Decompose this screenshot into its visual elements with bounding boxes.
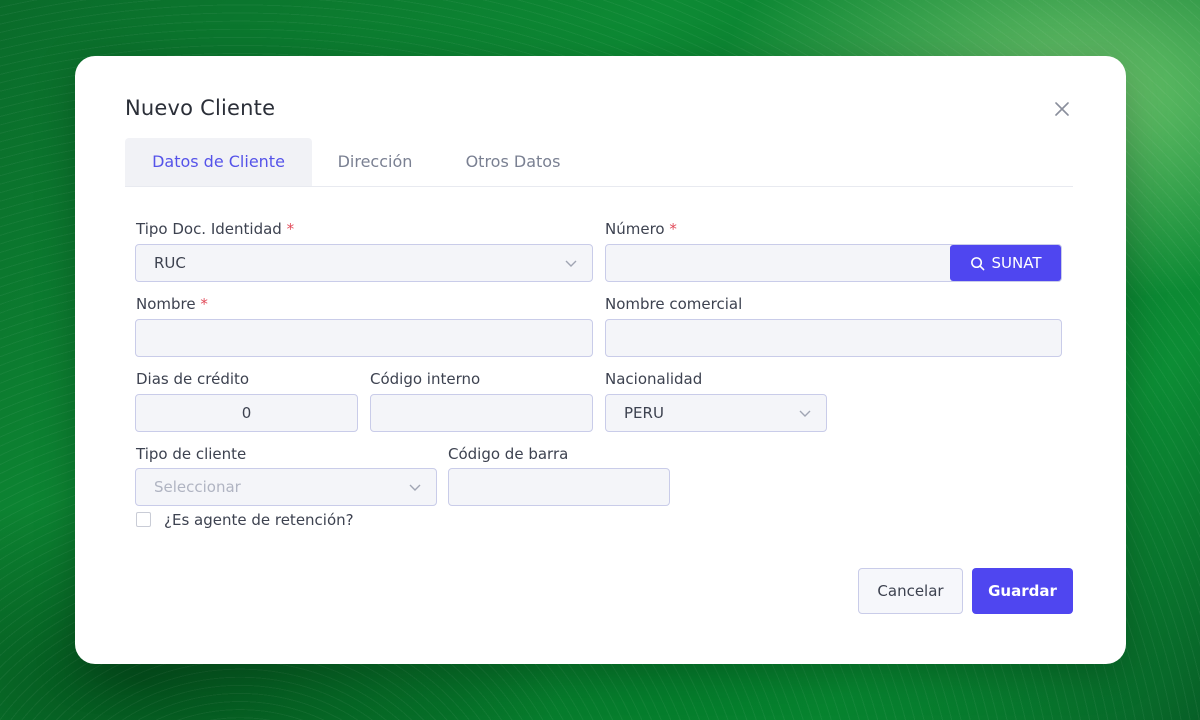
new-client-dialog: Nuevo Cliente Datos de Cliente Dirección…: [75, 56, 1126, 664]
tab-otros-datos[interactable]: Otros Datos: [438, 138, 588, 186]
search-icon: [970, 256, 984, 270]
chevron-down-icon: [799, 410, 811, 417]
tipo-cliente-select[interactable]: Seleccionar: [135, 468, 437, 506]
dias-credito-input[interactable]: 0: [135, 394, 358, 432]
tab-bar: Datos de Cliente Dirección Otros Datos: [125, 138, 1073, 187]
agente-retencion-label: ¿Es agente de retención?: [164, 511, 354, 529]
nombre-input[interactable]: [135, 319, 593, 357]
numero-label: Número *: [605, 220, 677, 238]
sunat-search-button[interactable]: SUNAT: [950, 245, 1061, 281]
tipo-cliente-label: Tipo de cliente: [136, 445, 247, 463]
tipo-doc-select[interactable]: RUC: [135, 244, 593, 282]
chevron-down-icon: [565, 260, 577, 267]
tipo-doc-label: Tipo Doc. Identidad *: [136, 220, 295, 238]
close-icon: [1055, 102, 1069, 116]
nombre-comercial-label: Nombre comercial: [605, 295, 743, 313]
dialog-title: Nuevo Cliente: [125, 96, 276, 120]
tipo-doc-value: RUC: [154, 254, 186, 272]
cancel-button[interactable]: Cancelar: [858, 568, 963, 614]
nombre-label: Nombre *: [136, 295, 208, 313]
required-mark: *: [669, 220, 677, 238]
tab-datos-cliente[interactable]: Datos de Cliente: [125, 138, 312, 186]
close-button[interactable]: [1051, 98, 1073, 120]
nacionalidad-value: PERU: [624, 404, 664, 422]
save-button[interactable]: Guardar: [972, 568, 1073, 614]
agente-retencion-checkbox[interactable]: [136, 512, 151, 527]
codigo-barra-input[interactable]: [448, 468, 670, 506]
codigo-interno-label: Código interno: [370, 370, 481, 388]
nacionalidad-select[interactable]: PERU: [605, 394, 827, 432]
required-mark: *: [286, 220, 295, 238]
chevron-down-icon: [409, 484, 421, 491]
tab-direccion[interactable]: Dirección: [312, 138, 438, 186]
required-mark: *: [200, 295, 208, 313]
nombre-comercial-input[interactable]: [605, 319, 1062, 357]
dias-credito-label: Dias de crédito: [136, 370, 250, 388]
tipo-cliente-placeholder: Seleccionar: [154, 478, 241, 496]
nacionalidad-label: Nacionalidad: [605, 370, 703, 388]
codigo-barra-label: Código de barra: [448, 445, 569, 463]
codigo-interno-input[interactable]: [370, 394, 593, 432]
